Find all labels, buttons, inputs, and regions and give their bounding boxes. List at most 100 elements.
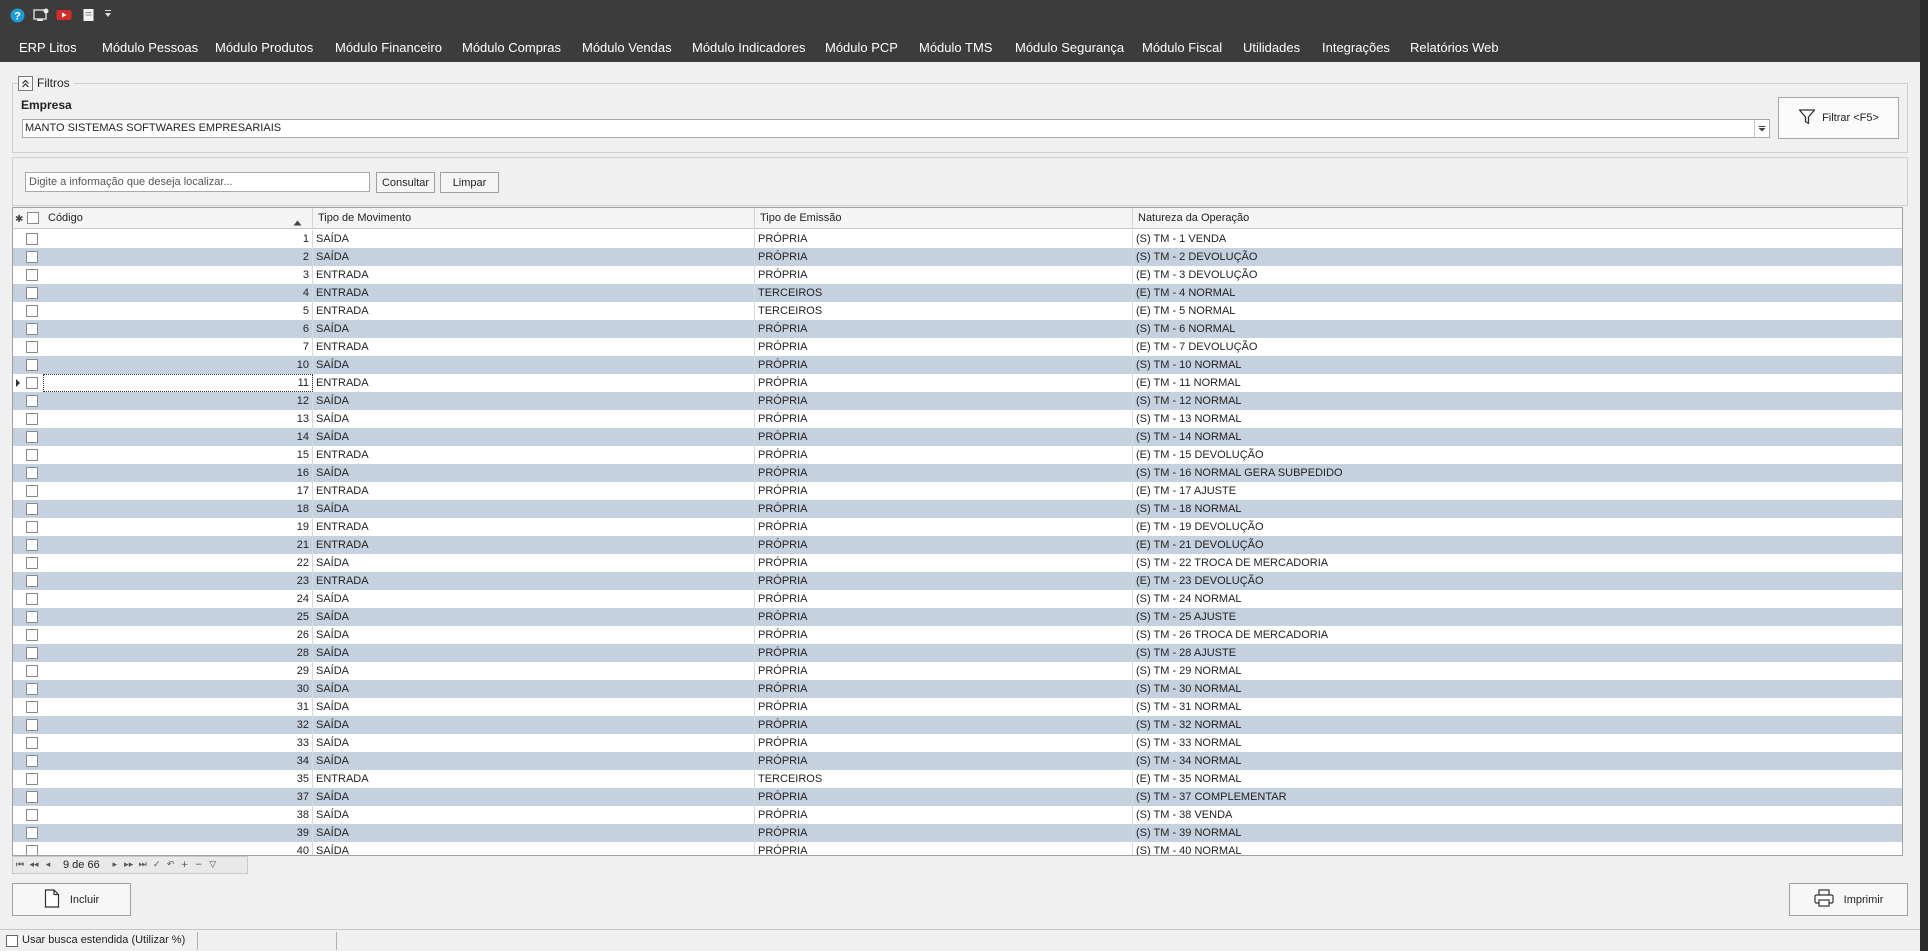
row-movement-cell[interactable]: SAÍDA	[313, 806, 755, 824]
row-emission-cell[interactable]: PRÓPRIA	[755, 518, 1133, 536]
menu-erp-litos[interactable]: ERP Litos	[19, 30, 77, 62]
row-nature-cell[interactable]: (E) TM - 3 DEVOLUÇÃO	[1133, 266, 1902, 284]
row-code-cell[interactable]: 10	[43, 356, 313, 374]
previous-record-icon[interactable]: ◂	[41, 858, 55, 872]
row-code-cell[interactable]: 5	[43, 302, 313, 320]
search-input[interactable]	[25, 172, 370, 192]
table-row[interactable]: 28 SAÍDA PRÓPRIA (S) TM - 28 AJUSTE	[13, 644, 1902, 662]
table-row[interactable]: 21 ENTRADA PRÓPRIA (E) TM - 21 DEVOLUÇÃO	[13, 536, 1902, 554]
row-checkbox[interactable]	[26, 323, 38, 335]
row-checkbox[interactable]	[26, 485, 38, 497]
table-row[interactable]: 29 SAÍDA PRÓPRIA (S) TM - 29 NORMAL	[13, 662, 1902, 680]
menu-modulo-seguranca[interactable]: Módulo Segurança	[1015, 30, 1124, 62]
row-checkbox[interactable]	[26, 341, 38, 353]
undo-icon[interactable]: ↶	[164, 858, 178, 872]
table-row[interactable]: 40 SAÍDA PRÓPRIA (S) TM - 40 NORMAL	[13, 842, 1902, 855]
row-nature-cell[interactable]: (S) TM - 34 NORMAL	[1133, 752, 1902, 770]
row-movement-cell[interactable]: SAÍDA	[313, 842, 755, 855]
row-nature-cell[interactable]: (E) TM - 11 NORMAL	[1133, 374, 1902, 392]
menu-modulo-fiscal[interactable]: Módulo Fiscal	[1142, 30, 1222, 62]
clear-button[interactable]: Limpar	[440, 172, 499, 193]
row-emission-cell[interactable]: PRÓPRIA	[755, 356, 1133, 374]
row-movement-cell[interactable]: SAÍDA	[313, 734, 755, 752]
row-movement-cell[interactable]: ENTRADA	[313, 446, 755, 464]
table-row[interactable]: 1 SAÍDA PRÓPRIA (S) TM - 1 VENDA	[13, 230, 1902, 248]
table-row[interactable]: 38 SAÍDA PRÓPRIA (S) TM - 38 VENDA	[13, 806, 1902, 824]
column-header-nature[interactable]: Natureza da Operação	[1133, 208, 1902, 229]
select-all-checkbox[interactable]	[27, 212, 39, 224]
row-movement-cell[interactable]: SAÍDA	[313, 464, 755, 482]
row-movement-cell[interactable]: SAÍDA	[313, 428, 755, 446]
row-emission-cell[interactable]: PRÓPRIA	[755, 806, 1133, 824]
table-row[interactable]: 17 ENTRADA PRÓPRIA (E) TM - 17 AJUSTE	[13, 482, 1902, 500]
row-checkbox[interactable]	[26, 305, 38, 317]
row-movement-cell[interactable]: SAÍDA	[313, 554, 755, 572]
row-movement-cell[interactable]: SAÍDA	[313, 680, 755, 698]
row-code-cell[interactable]: 26	[43, 626, 313, 644]
table-row[interactable]: 31 SAÍDA PRÓPRIA (S) TM - 31 NORMAL	[13, 698, 1902, 716]
row-nature-cell[interactable]: (E) TM - 5 NORMAL	[1133, 302, 1902, 320]
row-nature-cell[interactable]: (E) TM - 15 DEVOLUÇÃO	[1133, 446, 1902, 464]
row-checkbox[interactable]	[26, 701, 38, 713]
row-movement-cell[interactable]: ENTRADA	[313, 302, 755, 320]
menu-utilidades[interactable]: Utilidades	[1243, 30, 1300, 62]
row-nature-cell[interactable]: (S) TM - 22 TROCA DE MERCADORIA	[1133, 554, 1902, 572]
row-emission-cell[interactable]: PRÓPRIA	[755, 500, 1133, 518]
row-checkbox[interactable]	[26, 521, 38, 533]
include-button[interactable]: Incluir	[12, 883, 131, 916]
table-row[interactable]: 7 ENTRADA PRÓPRIA (E) TM - 7 DEVOLUÇÃO	[13, 338, 1902, 356]
menu-modulo-vendas[interactable]: Módulo Vendas	[582, 30, 672, 62]
row-nature-cell[interactable]: (E) TM - 17 AJUSTE	[1133, 482, 1902, 500]
row-nature-cell[interactable]: (S) TM - 31 NORMAL	[1133, 698, 1902, 716]
row-nature-cell[interactable]: (S) TM - 1 VENDA	[1133, 230, 1902, 248]
menu-modulo-tms[interactable]: Módulo TMS	[919, 30, 992, 62]
row-checkbox[interactable]	[26, 449, 38, 461]
document-icon[interactable]	[82, 8, 97, 22]
monitor-icon[interactable]	[33, 8, 49, 22]
table-row[interactable]: 37 SAÍDA PRÓPRIA (S) TM - 37 COMPLEMENTAR	[13, 788, 1902, 806]
row-movement-cell[interactable]: SAÍDA	[313, 698, 755, 716]
table-row[interactable]: 16 SAÍDA PRÓPRIA (S) TM - 16 NORMAL GERA SU…	[13, 464, 1902, 482]
row-checkbox[interactable]	[26, 395, 38, 407]
table-row[interactable]: 13 SAÍDA PRÓPRIA (S) TM - 13 NORMAL	[13, 410, 1902, 428]
first-page-icon[interactable]: ⏮	[13, 858, 27, 872]
row-emission-cell[interactable]: TERCEIROS	[755, 302, 1133, 320]
video-icon[interactable]	[56, 8, 72, 22]
row-nature-cell[interactable]: (S) TM - 30 NORMAL	[1133, 680, 1902, 698]
row-code-cell[interactable]: 32	[43, 716, 313, 734]
row-movement-cell[interactable]: SAÍDA	[313, 644, 755, 662]
row-checkbox[interactable]	[26, 413, 38, 425]
row-checkbox[interactable]	[26, 611, 38, 623]
row-movement-cell[interactable]: ENTRADA	[313, 482, 755, 500]
table-row[interactable]: 3 ENTRADA PRÓPRIA (E) TM - 3 DEVOLUÇÃO	[13, 266, 1902, 284]
row-checkbox[interactable]	[26, 791, 38, 803]
confirm-icon[interactable]: ✓	[150, 858, 164, 872]
row-movement-cell[interactable]: SAÍDA	[313, 356, 755, 374]
row-emission-cell[interactable]: PRÓPRIA	[755, 446, 1133, 464]
table-row[interactable]: 19 ENTRADA PRÓPRIA (E) TM - 19 DEVOLUÇÃO	[13, 518, 1902, 536]
row-emission-cell[interactable]: PRÓPRIA	[755, 374, 1133, 392]
row-code-cell[interactable]: 25	[43, 608, 313, 626]
row-code-cell[interactable]: 14	[43, 428, 313, 446]
row-emission-cell[interactable]: PRÓPRIA	[755, 626, 1133, 644]
row-movement-cell[interactable]: SAÍDA	[313, 410, 755, 428]
row-movement-cell[interactable]: ENTRADA	[313, 284, 755, 302]
row-movement-cell[interactable]: SAÍDA	[313, 590, 755, 608]
menu-modulo-pessoas[interactable]: Módulo Pessoas	[102, 30, 198, 62]
next-page-icon[interactable]: ▸▸	[122, 858, 136, 872]
row-checkbox[interactable]	[26, 287, 38, 299]
row-emission-cell[interactable]: PRÓPRIA	[755, 536, 1133, 554]
row-emission-cell[interactable]: PRÓPRIA	[755, 320, 1133, 338]
row-checkbox[interactable]	[26, 629, 38, 641]
table-row[interactable]: 15 ENTRADA PRÓPRIA (E) TM - 15 DEVOLUÇÃO	[13, 446, 1902, 464]
row-nature-cell[interactable]: (S) TM - 32 NORMAL	[1133, 716, 1902, 734]
row-checkbox[interactable]	[26, 503, 38, 515]
row-checkbox[interactable]	[26, 557, 38, 569]
row-checkbox[interactable]	[26, 647, 38, 659]
row-nature-cell[interactable]: (S) TM - 16 NORMAL GERA SUBPEDIDO	[1133, 464, 1902, 482]
column-header-movement[interactable]: Tipo de Movimento	[313, 208, 755, 229]
row-emission-cell[interactable]: PRÓPRIA	[755, 590, 1133, 608]
row-emission-cell[interactable]: PRÓPRIA	[755, 230, 1133, 248]
row-emission-cell[interactable]: PRÓPRIA	[755, 734, 1133, 752]
row-emission-cell[interactable]: PRÓPRIA	[755, 392, 1133, 410]
